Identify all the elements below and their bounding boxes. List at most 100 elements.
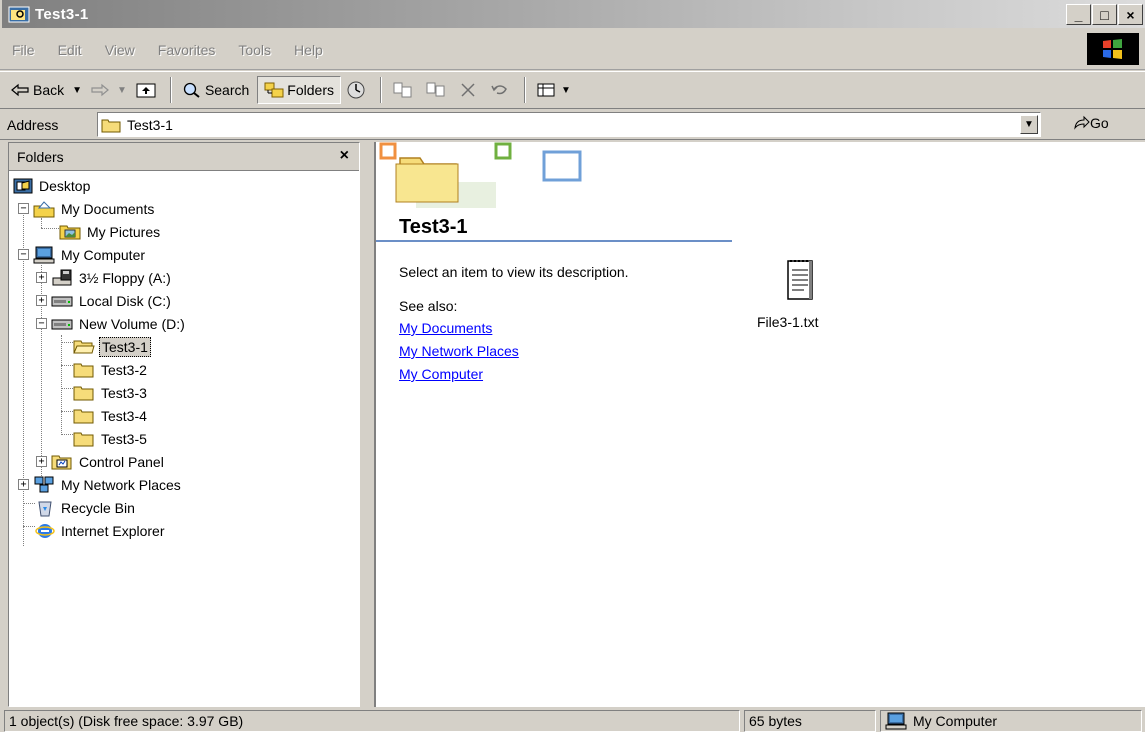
forward-dropdown-icon[interactable]: ▼ [117, 85, 127, 96]
link-my-network-places[interactable]: My Network Places [399, 343, 519, 359]
address-input[interactable]: Test3-1 ▼ [97, 112, 1041, 137]
address-value: Test3-1 [127, 116, 173, 133]
search-button[interactable]: Search [178, 76, 253, 104]
tree-item-local-disk-c[interactable]: Local Disk (C:) [51, 290, 173, 312]
tree-item-floppy[interactable]: 3½ Floppy (A:) [51, 267, 173, 289]
folder-content-pane: Test3-1 Select an item to view its descr… [374, 142, 1145, 707]
menu-view[interactable]: View [105, 42, 135, 58]
collapse-toggle[interactable]: − [18, 203, 29, 214]
collapse-toggle[interactable]: − [18, 249, 29, 260]
tree-item-new-volume-d[interactable]: New Volume (D:) [51, 313, 187, 335]
menu-help[interactable]: Help [294, 42, 323, 58]
folder-tree: Desktop − My Documents My Pictures − My … [9, 173, 359, 706]
tree-item-internet-explorer[interactable]: Internet Explorer [35, 520, 167, 542]
menu-file[interactable]: File [12, 42, 35, 58]
explorer-window: Test3-1 _ □ × File Edit View Favorites T… [0, 0, 1145, 732]
menu-favorites[interactable]: Favorites [158, 42, 216, 58]
expand-toggle[interactable]: + [36, 295, 47, 306]
expand-toggle[interactable]: + [18, 479, 29, 490]
my-computer-icon [33, 246, 55, 264]
folder-icon [101, 119, 121, 132]
move-to-icon [393, 82, 412, 98]
link-my-documents[interactable]: My Documents [399, 320, 492, 336]
title-divider [376, 240, 732, 242]
tree-item-test3-1[interactable]: Test3-1 [73, 336, 151, 358]
views-icon [537, 83, 555, 97]
history-icon [347, 81, 365, 99]
folder-icon [73, 386, 94, 401]
minimize-button[interactable]: _ [1066, 4, 1091, 25]
history-button[interactable] [341, 76, 374, 104]
folders-pane-title: Folders [17, 148, 64, 165]
tree-item-label: Test3-2 [101, 362, 147, 378]
title-bar[interactable]: Test3-1 _ □ × [2, 0, 1145, 28]
folder-icon [73, 432, 94, 447]
tree-item-label: My Pictures [87, 224, 161, 240]
maximize-button[interactable]: □ [1092, 4, 1117, 25]
tree-item-control-panel[interactable]: Control Panel [51, 451, 166, 473]
tree-connector [61, 342, 73, 343]
copy-to-button[interactable] [421, 76, 454, 104]
status-size: 65 bytes [744, 710, 876, 732]
folder-title: Test3-1 [399, 216, 468, 238]
toolbar-separator [379, 77, 382, 103]
menu-edit[interactable]: Edit [58, 42, 82, 58]
network-places-icon [34, 476, 54, 493]
open-folder-icon [73, 340, 95, 354]
close-button[interactable]: × [1118, 4, 1143, 25]
tree-item-test3-3[interactable]: Test3-3 [73, 382, 149, 404]
tree-item-recycle-bin[interactable]: Recycle Bin [35, 497, 137, 519]
tree-item-my-network-places[interactable]: My Network Places [33, 474, 183, 496]
file-name[interactable]: File3-1.txt [757, 314, 818, 330]
standard-toolbar: Back ▼ ▼ Search Folders ▼ [0, 71, 1145, 109]
folder-icon [73, 409, 94, 424]
desktop-icon [13, 178, 33, 194]
delete-icon [461, 83, 475, 97]
close-folders-pane-button[interactable]: × [340, 147, 349, 165]
expand-toggle[interactable]: + [36, 272, 47, 283]
link-my-computer[interactable]: My Computer [399, 366, 483, 382]
tree-item-test3-5[interactable]: Test3-5 [73, 428, 149, 450]
views-dropdown-icon[interactable]: ▼ [561, 85, 571, 96]
delete-button[interactable] [454, 76, 485, 104]
description-text: Select an item to view its description. [399, 264, 629, 280]
menu-tools[interactable]: Tools [238, 42, 271, 58]
pane-splitter[interactable] [364, 142, 374, 707]
expand-toggle[interactable]: + [36, 456, 47, 467]
tree-item-label: My Computer [61, 247, 146, 263]
tree-item-desktop[interactable]: Desktop [13, 175, 92, 197]
tree-item-test3-2[interactable]: Test3-2 [73, 359, 149, 381]
go-button[interactable]: Go [1072, 115, 1109, 131]
tree-item-label: Desktop [39, 178, 91, 194]
views-button[interactable]: ▼ [532, 76, 575, 104]
forward-button[interactable]: ▼ [86, 76, 131, 104]
status-location: My Computer [880, 710, 1142, 732]
file-item[interactable] [770, 258, 830, 306]
folders-button[interactable]: Folders [257, 76, 341, 104]
undo-button[interactable] [485, 76, 518, 104]
copy-to-icon [426, 82, 445, 97]
back-label: Back [33, 82, 65, 98]
folders-label: Folders [287, 82, 334, 98]
back-button[interactable]: Back ▼ [6, 76, 86, 104]
back-dropdown-icon[interactable]: ▼ [72, 85, 82, 96]
undo-icon [491, 85, 507, 95]
tree-connector [61, 411, 73, 412]
folders-pane-header: Folders × [9, 143, 359, 171]
tree-item-my-pictures[interactable]: My Pictures [59, 221, 162, 243]
status-location-label: My Computer [913, 713, 998, 729]
move-to-button[interactable] [388, 76, 421, 104]
tree-item-test3-4[interactable]: Test3-4 [73, 405, 149, 427]
hard-drive-icon [51, 319, 73, 330]
up-folder-button[interactable] [131, 76, 164, 104]
go-arrow-icon [1074, 115, 1090, 130]
up-folder-icon [136, 83, 156, 98]
internet-explorer-icon [35, 524, 55, 538]
tree-item-my-computer[interactable]: My Computer [33, 244, 147, 266]
tree-connector [61, 434, 73, 435]
tree-item-label: New Volume (D:) [79, 316, 185, 332]
address-dropdown-button[interactable]: ▼ [1020, 115, 1038, 134]
collapse-toggle[interactable]: − [36, 318, 47, 329]
folders-pane: Folders × Desktop − My Documents My Pict… [8, 142, 360, 707]
tree-item-my-documents[interactable]: My Documents [33, 198, 156, 220]
